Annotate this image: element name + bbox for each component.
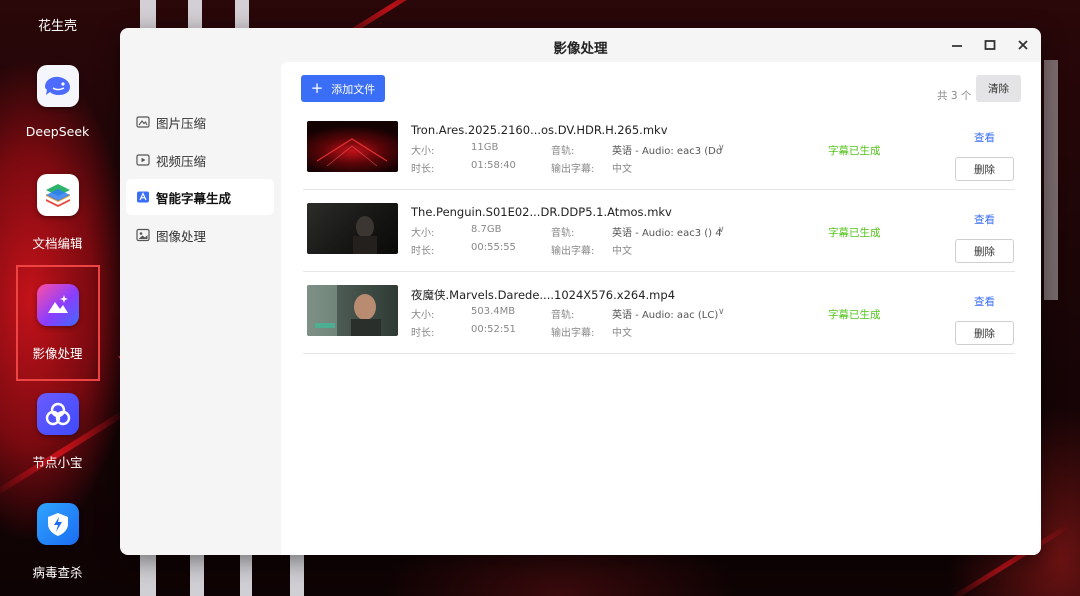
window-title: 影像处理: [553, 41, 608, 57]
dock-app-label: 病毒查杀: [32, 565, 83, 580]
sidebar-item-image-compress[interactable]: 图片压缩: [126, 104, 274, 140]
audio-label: 音轨:: [551, 310, 575, 321]
duration-label: 时长:: [411, 164, 435, 175]
duration-label: 时长:: [411, 328, 435, 339]
duration-value: 00:55:55: [471, 242, 516, 253]
highlight-box: [16, 265, 100, 381]
sidebar-item-label: 视频压缩: [156, 153, 207, 169]
app-window: 影像处理 图片压缩 视频压缩 智能字幕生成 图像处理 + 添加文件 共 3 个 …: [120, 28, 1041, 555]
sidebar-item-label: 图像处理: [156, 228, 207, 244]
delete-button[interactable]: 删除: [955, 321, 1014, 345]
delete-button[interactable]: 删除: [955, 239, 1014, 263]
dock-top-label[interactable]: 花生壳: [0, 15, 115, 34]
file-row: The.Penguin.S01E02...DR.DDP5.1.Atmos.mkv…: [303, 190, 1015, 272]
file-name: Tron.Ares.2025.2160...os.DV.HDR.H.265.mk…: [411, 123, 668, 137]
audio-select[interactable]: 英语 - Audio: aac (LC): [612, 306, 718, 321]
size-value: 8.7GB: [471, 224, 502, 235]
dock-app-label: 节点小宝: [32, 455, 83, 470]
sidebar-item-image-process[interactable]: 图像处理: [126, 217, 274, 253]
add-file-button[interactable]: + 添加文件: [301, 75, 385, 102]
sidebar-item-label: 图片压缩: [156, 115, 207, 131]
status-badge: 字幕已生成: [828, 145, 881, 157]
layers-icon: [36, 174, 79, 216]
main-content: + 添加文件 共 3 个 清除 Tron.Ares.2025.2160...os…: [281, 62, 1041, 555]
subtitle-label: 输出字幕:: [551, 246, 595, 257]
size-label: 大小:: [411, 310, 435, 321]
dock-app-deepseek[interactable]: DeepSeek: [0, 65, 115, 139]
clear-button[interactable]: 清除: [976, 75, 1021, 102]
title-bar[interactable]: 影像处理: [120, 28, 1041, 62]
maximize-icon[interactable]: [979, 34, 1001, 56]
file-count: 共 3 个: [937, 90, 972, 102]
sidebar-item-label: 智能字幕生成: [156, 190, 232, 206]
file-row: Tron.Ares.2025.2160...os.DV.HDR.H.265.mk…: [303, 108, 1015, 190]
knot-icon: [36, 393, 79, 435]
add-file-label: 添加文件: [331, 82, 376, 96]
image-process-icon: [136, 228, 150, 242]
file-name: 夜魔侠.Marvels.Darede....1024X576.x264.mp4: [411, 288, 676, 302]
audio-label: 音轨:: [551, 228, 575, 239]
audio-label: 音轨:: [551, 146, 575, 157]
whale-icon: [36, 65, 79, 107]
dock-app-antivirus[interactable]: 病毒查杀: [0, 503, 115, 581]
settings-button[interactable]: 设置: [134, 553, 179, 555]
view-link[interactable]: 查看: [974, 130, 995, 145]
minimize-icon[interactable]: [946, 34, 968, 56]
status-badge: 字幕已生成: [828, 227, 881, 239]
shield-bolt-icon: [36, 503, 79, 545]
view-link[interactable]: 查看: [974, 294, 995, 309]
size-value: 503.4MB: [471, 306, 516, 317]
delete-button[interactable]: 删除: [955, 157, 1014, 181]
subtitle-label: 输出字幕:: [551, 328, 595, 339]
close-icon[interactable]: [1012, 34, 1034, 56]
desktop-dock: 花生壳 DeepSeek 文档编辑 影像处理 节点小宝 病毒查杀: [0, 0, 115, 596]
settings-label: 设置: [154, 553, 179, 555]
dock-app-node-helper[interactable]: 节点小宝: [0, 393, 115, 471]
duration-label: 时长:: [411, 246, 435, 257]
video-compress-icon: [136, 154, 150, 166]
duration-value: 01:58:40: [471, 160, 516, 171]
view-link[interactable]: 查看: [974, 212, 995, 227]
subtitle-value: 中文: [612, 246, 632, 257]
sidebar-item-subtitle[interactable]: 智能字幕生成: [126, 179, 274, 215]
sidebar: 图片压缩 视频压缩 智能字幕生成 图像处理: [120, 62, 280, 555]
video-thumbnail: [307, 203, 398, 254]
audio-select[interactable]: 英语 - Audio: eac3 () 4: [612, 224, 722, 239]
sidebar-item-video-compress[interactable]: 视频压缩: [126, 142, 274, 178]
dock-app-label: DeepSeek: [25, 124, 90, 139]
plus-icon: +: [310, 79, 324, 97]
chevron-down-icon[interactable]: ∨: [718, 143, 725, 153]
subtitle-ai-icon: [137, 191, 149, 203]
size-label: 大小:: [411, 228, 435, 239]
subtitle-value: 中文: [612, 328, 632, 339]
image-compress-icon: [136, 116, 150, 128]
file-row: 夜魔侠.Marvels.Darede....1024X576.x264.mp4 …: [303, 272, 1015, 354]
audio-select[interactable]: 英语 - Audio: eac3 (Do: [612, 142, 722, 157]
status-badge: 字幕已生成: [828, 309, 881, 321]
size-label: 大小:: [411, 146, 435, 157]
dock-app-doc-editor[interactable]: 文档编辑: [0, 174, 115, 252]
chevron-down-icon[interactable]: ∨: [718, 307, 725, 317]
size-value: 11GB: [471, 142, 499, 153]
file-name: The.Penguin.S01E02...DR.DDP5.1.Atmos.mkv: [411, 205, 672, 219]
dock-app-label: 文档编辑: [32, 236, 83, 251]
subtitle-value: 中文: [612, 164, 632, 175]
subtitle-label: 输出字幕:: [551, 164, 595, 175]
video-thumbnail: [307, 285, 398, 336]
video-thumbnail: [307, 121, 398, 172]
chevron-down-icon[interactable]: ∨: [718, 225, 725, 235]
duration-value: 00:52:51: [471, 324, 516, 335]
